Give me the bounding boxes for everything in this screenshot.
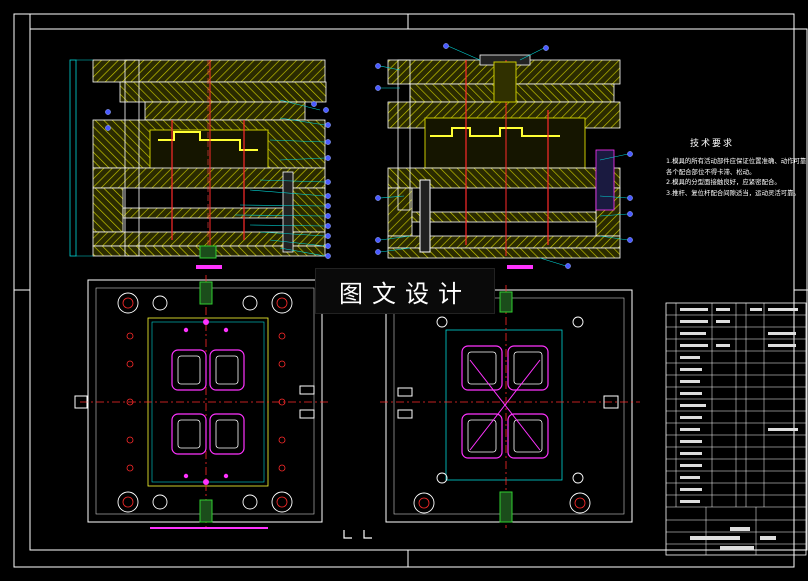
title-block xyxy=(665,302,807,556)
plan-view-right xyxy=(380,285,640,528)
tech-note: 各个配合部位不得卡滞、松动。 xyxy=(666,167,756,176)
technical-requirements-notes: 1.模具的所有活动部件应保证位置准确、动作可靠。 各个配合部位不得卡滞、松动。 … xyxy=(666,156,806,198)
tech-note: 1.模具的所有活动部件应保证位置准确、动作可靠。 xyxy=(666,157,806,165)
watermark-banner: 图文设计 xyxy=(315,268,495,314)
section-view-right xyxy=(375,43,633,269)
section-view-left xyxy=(69,59,331,269)
tech-note: 2.模具的分型面接触良好，应紧密配合。 xyxy=(666,178,781,186)
technical-requirements-title: 技术要求 xyxy=(690,139,735,149)
tech-note: 3.推杆、复位杆配合间隙适当，运动灵活可靠。 xyxy=(666,188,800,197)
section-arrows xyxy=(343,530,372,539)
plan-view-left xyxy=(74,275,330,529)
